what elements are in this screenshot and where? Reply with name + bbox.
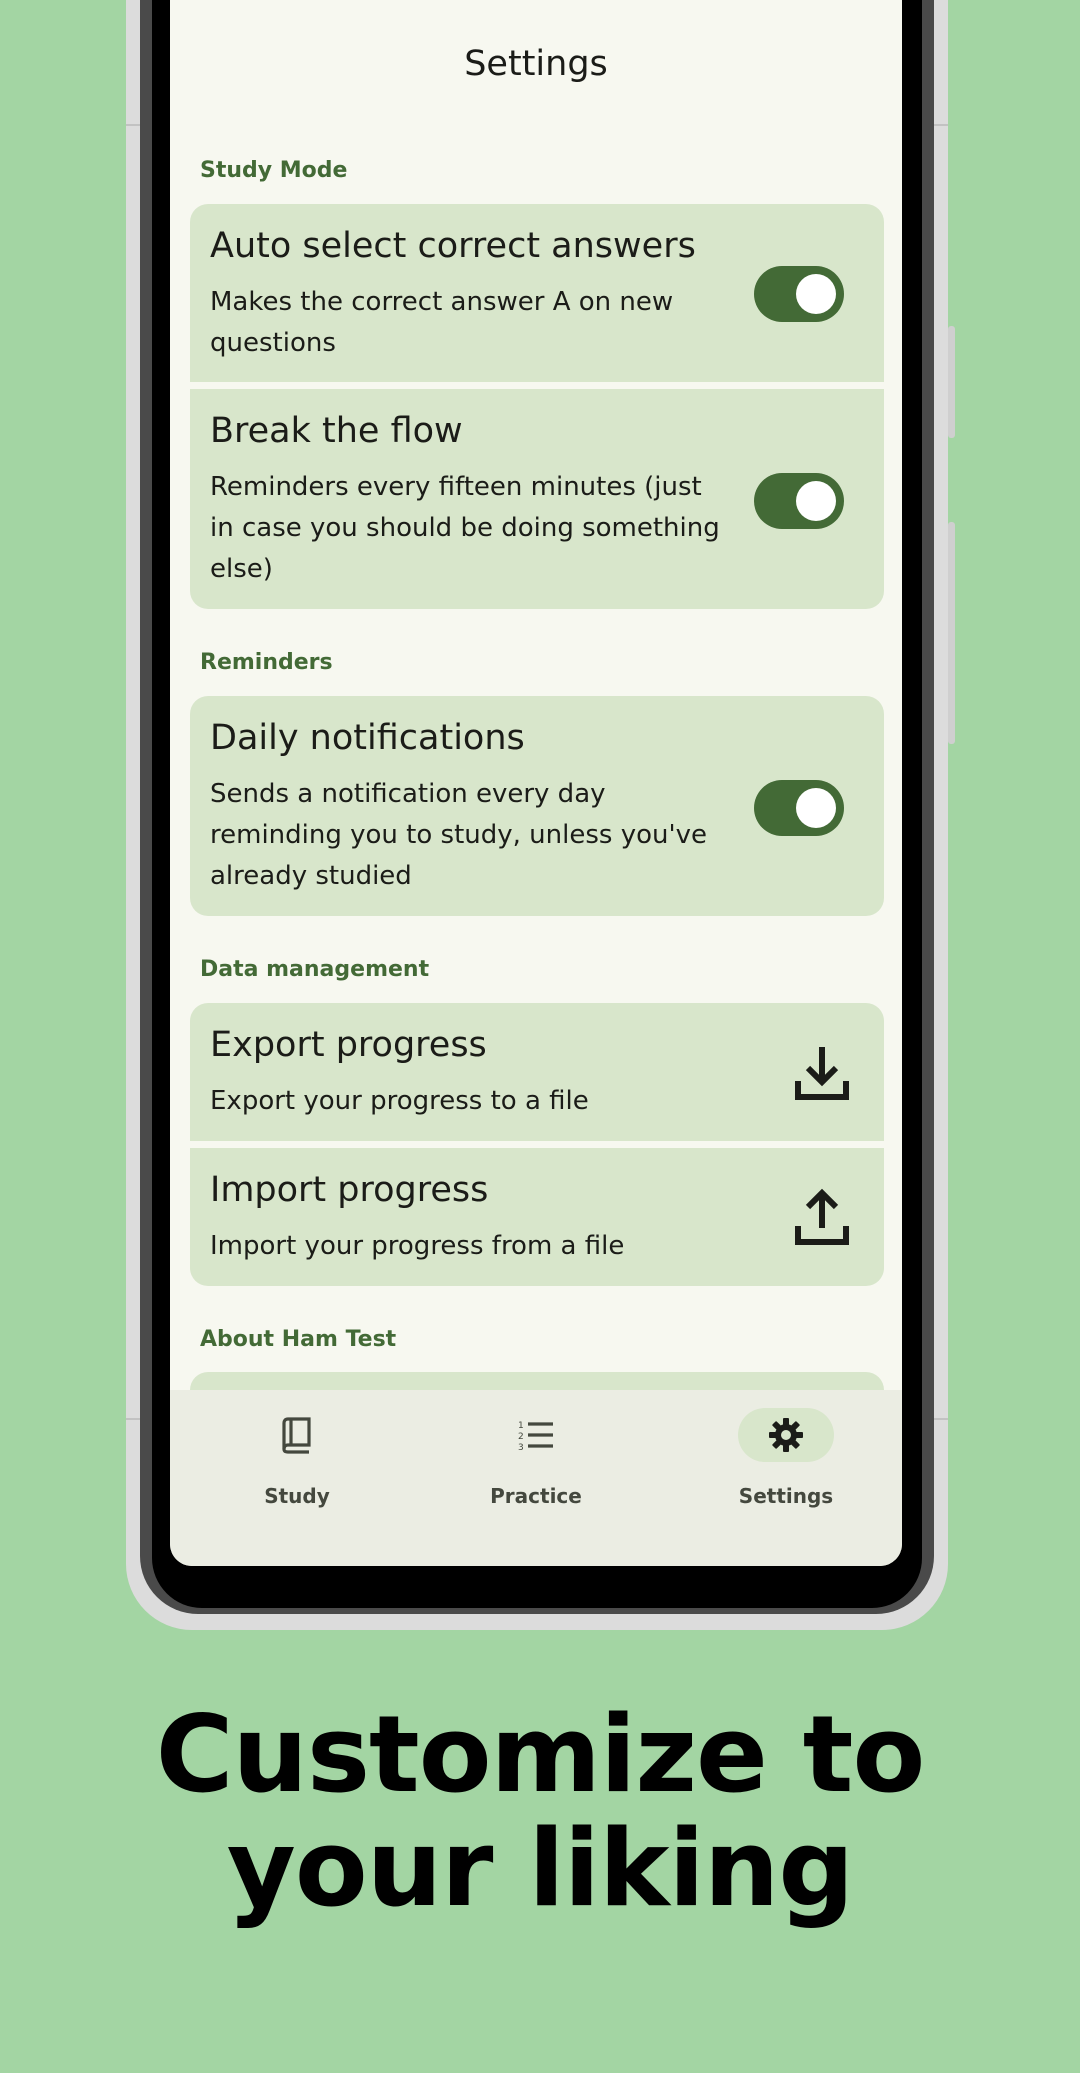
- phone-chin: [190, 1560, 884, 1608]
- frame-seam-top-right: [934, 124, 948, 126]
- toggle-knob: [796, 481, 836, 521]
- auto-select-toggle[interactable]: [754, 266, 844, 322]
- promo-headline: Customize to your liking: [0, 1698, 1080, 1926]
- section-header-study-mode: Study Mode: [200, 158, 348, 183]
- setting-subtitle: Reminders every fifteen minutes (just in…: [210, 472, 720, 584]
- setting-title: Export progress: [210, 1025, 487, 1065]
- setting-auto-select[interactable]: Auto select correct answers Makes the co…: [190, 204, 884, 382]
- frame-seam-bottom-left: [126, 1418, 140, 1420]
- nav-label: Study: [264, 1484, 330, 1508]
- nav-label: Settings: [738, 1484, 834, 1508]
- svg-text:2: 2: [518, 1432, 524, 1442]
- power-button: [948, 522, 955, 744]
- setting-daily-notifications[interactable]: Daily notifications Sends a notification…: [190, 696, 884, 916]
- frame-seam-bottom-right: [934, 1418, 948, 1420]
- book-icon: [282, 1417, 311, 1454]
- toggle-knob: [796, 274, 836, 314]
- gear-icon: [769, 1418, 803, 1452]
- setting-title: Auto select correct answers: [210, 226, 696, 266]
- section-header-reminders: Reminders: [200, 650, 333, 675]
- setting-subtitle: Export your progress to a file: [210, 1086, 589, 1116]
- nav-item-settings[interactable]: Settings: [690, 1390, 890, 1510]
- nav-icon-container-selected: [738, 1408, 834, 1462]
- section-header-data-management: Data management: [200, 957, 430, 982]
- toggle-knob: [796, 788, 836, 828]
- download-icon[interactable]: [790, 1041, 854, 1105]
- nav-label: Practice: [490, 1484, 582, 1508]
- frame-seam-top-left: [126, 124, 140, 126]
- bottom-navigation: Study 1 2 3 Practice Settings: [170, 1390, 902, 1566]
- nav-icon-container: [249, 1408, 345, 1462]
- svg-text:3: 3: [518, 1443, 524, 1452]
- nav-item-practice[interactable]: 1 2 3 Practice: [440, 1390, 640, 1510]
- setting-subtitle: Sends a notification every day reminding…: [210, 779, 707, 891]
- break-flow-toggle[interactable]: [754, 473, 844, 529]
- nav-item-study[interactable]: Study: [201, 1390, 401, 1510]
- setting-break-flow[interactable]: Break the flow Reminders every fifteen m…: [190, 389, 884, 609]
- setting-export-progress[interactable]: Export progress Export your progress to …: [190, 1003, 884, 1141]
- app-screen: Settings Study Mode Auto select correct …: [170, 0, 902, 1566]
- upload-icon[interactable]: [790, 1186, 854, 1250]
- setting-title: Daily notifications: [210, 718, 525, 758]
- setting-title: Break the flow: [210, 411, 463, 451]
- section-header-about: About Ham Test: [200, 1327, 397, 1352]
- nav-icon-container: 1 2 3: [488, 1408, 584, 1462]
- setting-subtitle: Makes the correct answer A on new questi…: [210, 287, 674, 358]
- daily-notifications-toggle[interactable]: [754, 780, 844, 836]
- setting-import-progress[interactable]: Import progress Import your progress fro…: [190, 1148, 884, 1286]
- setting-subtitle: Import your progress from a file: [210, 1231, 625, 1261]
- svg-text:1: 1: [518, 1421, 524, 1431]
- page-title: Settings: [464, 44, 608, 84]
- setting-title: Import progress: [210, 1170, 489, 1210]
- headline-line-1: Customize to: [155, 1693, 926, 1816]
- volume-button: [948, 326, 955, 438]
- headline-line-2: your liking: [226, 1807, 854, 1930]
- numbered-list-icon: 1 2 3: [518, 1421, 553, 1452]
